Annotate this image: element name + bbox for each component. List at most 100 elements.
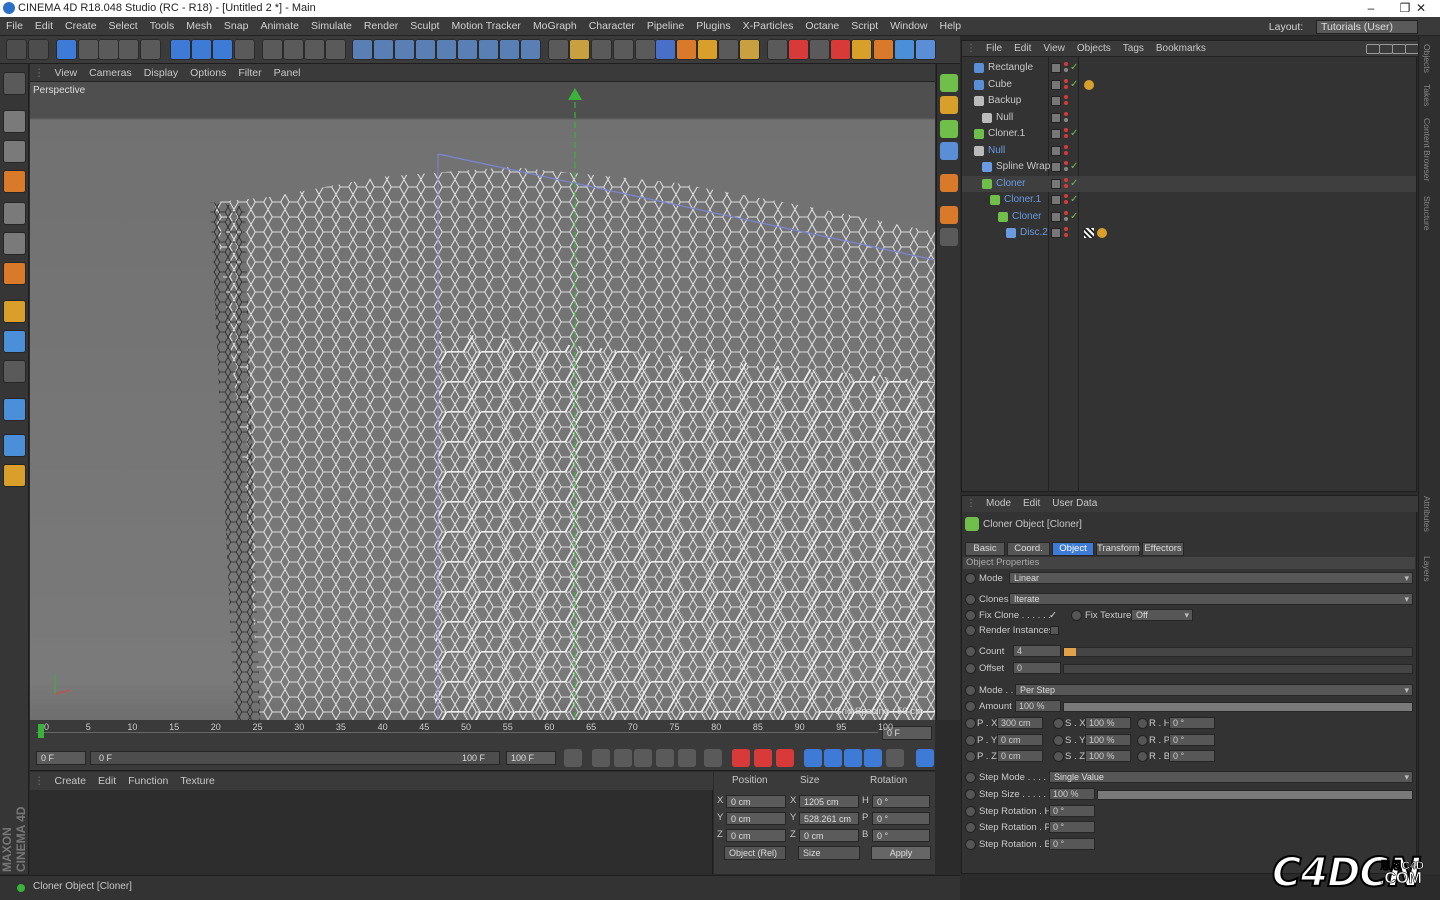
- go-to-start-icon[interactable]: [564, 749, 582, 767]
- object-row[interactable]: Spline Wrap ✓: [962, 159, 1416, 175]
- scale-icon[interactable]: [98, 39, 119, 60]
- floor-icon[interactable]: [478, 39, 499, 60]
- menu-character[interactable]: Character: [583, 17, 641, 36]
- object-row[interactable]: Cloner.1 ✓: [962, 126, 1416, 142]
- layer-tag-icon[interactable]: [1051, 112, 1061, 123]
- light-icon[interactable]: [520, 39, 541, 60]
- menu-pipeline[interactable]: Pipeline: [641, 17, 690, 36]
- object-green-icon[interactable]: [940, 120, 958, 138]
- tool-icon[interactable]: [940, 228, 958, 246]
- enabled-check-icon[interactable]: ✓: [1070, 176, 1078, 192]
- render-visibility-dot[interactable]: [1064, 200, 1068, 204]
- visibility-dots-icon[interactable]: [1064, 111, 1070, 124]
- step-rot-p-field[interactable]: 0 °: [1049, 821, 1095, 833]
- workplane-mode-icon[interactable]: [3, 170, 26, 193]
- timeline-window-icon[interactable]: [916, 749, 934, 767]
- offset-anim-radio[interactable]: [965, 663, 976, 674]
- menu-script[interactable]: Script: [845, 17, 884, 36]
- z-axis-lock-icon[interactable]: [212, 39, 233, 60]
- tweak-mode-icon[interactable]: [3, 330, 26, 353]
- material-menu-edit[interactable]: Edit: [92, 772, 122, 790]
- rh-field[interactable]: 0 °: [1169, 717, 1215, 729]
- editor-visibility-dot[interactable]: [1064, 62, 1068, 66]
- step-rot-p-anim-radio[interactable]: [965, 822, 976, 833]
- editor-visibility-dot[interactable]: [1064, 95, 1068, 99]
- recent-tool-icon[interactable]: [140, 39, 161, 60]
- plugin-bolt-icon[interactable]: [851, 39, 872, 60]
- new-window-icon[interactable]: [1405, 44, 1419, 54]
- psr-icon[interactable]: [569, 39, 590, 60]
- move-icon[interactable]: [78, 39, 99, 60]
- object-orange-icon[interactable]: [940, 174, 958, 192]
- record-active-icon[interactable]: [732, 749, 750, 767]
- menu-tools[interactable]: Tools: [144, 17, 181, 36]
- key-parameter-icon[interactable]: [864, 749, 882, 767]
- viewport-menu-panel[interactable]: Panel: [268, 64, 307, 82]
- object-layer-icon[interactable]: [940, 96, 958, 114]
- phong-tag-icon[interactable]: [1084, 80, 1094, 90]
- attribute-menu-user-data[interactable]: User Data: [1046, 496, 1103, 512]
- layout-selector[interactable]: Layout: Tutorials (User): [1263, 18, 1418, 37]
- enabled-check-icon[interactable]: ✓: [1070, 77, 1078, 93]
- sy-field[interactable]: 100 %: [1085, 733, 1131, 746]
- py-anim-radio[interactable]: [965, 734, 976, 746]
- edges-mode-icon[interactable]: [3, 232, 26, 255]
- end-frame-field[interactable]: 100 F: [506, 751, 556, 765]
- texture-mode-icon[interactable]: [3, 140, 26, 163]
- count-slider[interactable]: [1063, 647, 1413, 657]
- object-cube-icon[interactable]: [940, 74, 958, 92]
- object-name[interactable]: Null: [996, 110, 1013, 126]
- xp-system-icon[interactable]: [739, 39, 760, 60]
- axis-mode-icon[interactable]: [3, 300, 26, 323]
- render-settings-icon[interactable]: [304, 39, 325, 60]
- coord-position-field[interactable]: 0 cm: [726, 795, 786, 808]
- object-row[interactable]: Cloner ✓: [962, 209, 1416, 225]
- redo-icon[interactable]: [28, 39, 49, 60]
- coordinate-system-icon[interactable]: [234, 39, 255, 60]
- clones-dropdown[interactable]: Iterate: [1009, 593, 1413, 605]
- coord-size-field[interactable]: 1205 cm: [799, 795, 859, 808]
- rb-field[interactable]: 0 °: [1169, 750, 1215, 762]
- plugin-slash-icon[interactable]: [809, 39, 830, 60]
- pen-spline-icon[interactable]: [394, 39, 415, 60]
- object-menu-view[interactable]: View: [1037, 41, 1071, 57]
- object-name[interactable]: Spline Wrap: [996, 159, 1050, 175]
- menu-motion-tracker[interactable]: Motion Tracker: [445, 17, 526, 36]
- deformer-icon[interactable]: [457, 39, 478, 60]
- apply-button[interactable]: Apply: [871, 846, 931, 860]
- workplane-icon[interactable]: [613, 39, 634, 60]
- menu-create[interactable]: Create: [59, 17, 103, 36]
- layer-tag-icon[interactable]: [1051, 145, 1061, 156]
- step-size-slider[interactable]: [1097, 790, 1413, 800]
- attribute-menu-edit[interactable]: Edit: [1017, 496, 1046, 512]
- object-menu-tags[interactable]: Tags: [1117, 41, 1150, 57]
- step-rot-h-anim-radio[interactable]: [965, 806, 976, 817]
- menu-window[interactable]: Window: [884, 17, 933, 36]
- menu-octane[interactable]: Octane: [799, 17, 845, 36]
- layer-tag-icon[interactable]: [1051, 195, 1061, 205]
- tab-basic[interactable]: Basic: [965, 542, 1005, 556]
- menu-select[interactable]: Select: [103, 17, 144, 36]
- amount-anim-radio[interactable]: [965, 701, 976, 712]
- menu-animate[interactable]: Animate: [254, 17, 305, 36]
- mode-anim-radio[interactable]: [965, 573, 976, 584]
- viewport-menu-options[interactable]: Options: [184, 64, 232, 82]
- object-name[interactable]: Cube: [988, 77, 1012, 93]
- menu-snap[interactable]: Snap: [218, 17, 255, 36]
- layer-icon[interactable]: [548, 39, 569, 60]
- menu-help[interactable]: Help: [933, 17, 967, 36]
- editor-visibility-dot[interactable]: [1064, 144, 1068, 149]
- coord-size-field[interactable]: 528.261 cm: [799, 812, 859, 825]
- key-pla-icon[interactable]: [886, 749, 904, 767]
- up-icon[interactable]: [1392, 44, 1406, 54]
- render-visibility-dot[interactable]: [1064, 117, 1068, 122]
- home-icon[interactable]: [1379, 44, 1393, 54]
- editor-visibility-dot[interactable]: [1064, 78, 1068, 83]
- layout-dropdown[interactable]: Tutorials (User): [1316, 20, 1418, 34]
- tag-icon[interactable]: [940, 206, 958, 224]
- material-menu-texture[interactable]: Texture: [174, 772, 220, 790]
- undo-icon[interactable]: [6, 39, 27, 60]
- phong-tag-icon[interactable]: [1097, 228, 1107, 238]
- perspective-viewport[interactable]: Perspective Grid Spacing : 50 cm: [30, 82, 935, 720]
- next-frame-icon[interactable]: [656, 749, 674, 767]
